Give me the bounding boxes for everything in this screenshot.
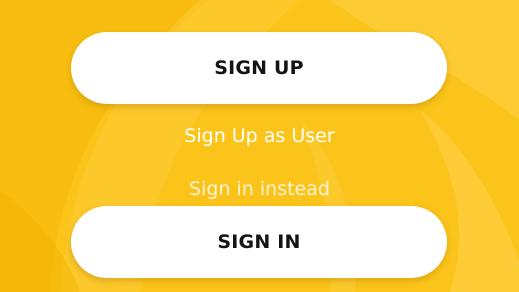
auth-screen: SIGN UP Sign Up as User Sign in instead …	[0, 0, 519, 292]
sign-in-instead-link[interactable]: Sign in instead	[0, 178, 519, 200]
sign-in-button[interactable]: SIGN IN	[71, 206, 447, 278]
sign-up-as-user-link[interactable]: Sign Up as User	[0, 125, 519, 147]
sign-in-button-label: SIGN IN	[217, 231, 301, 253]
sign-up-button[interactable]: SIGN UP	[71, 32, 447, 104]
sign-up-button-label: SIGN UP	[214, 57, 304, 79]
